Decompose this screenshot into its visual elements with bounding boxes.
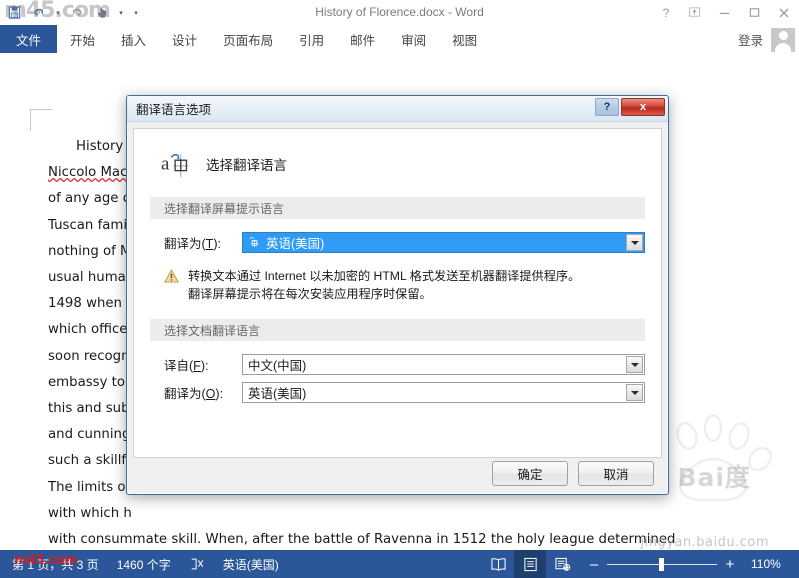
quick-access-toolbar: ▾ ▾ ▾ <box>0 0 140 25</box>
status-bar: 第 1 页，共 3 页 1460 个字 英语(美国) m45.com – + 1… <box>0 550 799 578</box>
dialog-help-button[interactable]: ? <box>595 98 619 116</box>
web-layout-view-button[interactable] <box>546 550 578 578</box>
chevron-down-icon[interactable] <box>626 384 643 401</box>
translate-from-combo[interactable]: 中文(中国) <box>242 354 645 375</box>
zoom-slider-thumb[interactable] <box>659 557 664 571</box>
tab-view[interactable]: 视图 <box>439 25 490 53</box>
read-mode-view-button[interactable] <box>482 550 514 578</box>
page-corner-mark <box>30 109 52 131</box>
avatar[interactable] <box>771 28 795 52</box>
tab-file[interactable]: 文件 <box>0 25 58 53</box>
touch-mode-dropdown-caret[interactable]: ▾ <box>117 9 125 17</box>
tab-references[interactable]: 引用 <box>286 25 337 53</box>
screentip-language-row: 翻译为(T): 英语(美国) <box>150 232 645 253</box>
help-button[interactable]: ? <box>653 0 679 25</box>
word-count[interactable]: 1460 个字 <box>117 556 171 573</box>
dialog-title-bar[interactable]: 翻译语言选项 ? x <box>127 96 668 122</box>
tab-review[interactable]: 审阅 <box>388 25 439 53</box>
language-mini-icon <box>248 236 261 249</box>
zoom-slider[interactable] <box>607 557 717 571</box>
translate-to-row: 翻译为(O): 英语(美国) <box>150 382 645 403</box>
chevron-down-icon[interactable] <box>626 234 643 251</box>
status-bar-right: – + 110% <box>482 550 789 578</box>
baidu-text-watermark: Bai度 <box>677 463 751 492</box>
privacy-notice: 转换文本通过 Internet 以未加密的 HTML 格式发送至机器翻译提供程序… <box>150 267 645 303</box>
privacy-notice-line-1: 转换文本通过 Internet 以未加密的 HTML 格式发送至机器翻译提供程序… <box>188 269 581 283</box>
translate-to-combo[interactable]: 英语(美国) <box>242 382 645 403</box>
screentip-translate-to-label: 翻译为(T): <box>164 237 221 251</box>
zoom-control: – + 110% <box>588 556 789 573</box>
close-button[interactable] <box>769 0 799 25</box>
customize-qat-caret[interactable]: ▾ <box>132 9 140 17</box>
zoom-in-button[interactable]: + <box>724 556 736 573</box>
zoom-out-button[interactable]: – <box>588 556 600 573</box>
ok-button[interactable]: 确定 <box>492 461 568 486</box>
proofing-errors-icon[interactable] <box>189 557 205 571</box>
touch-mode-icon[interactable] <box>93 4 110 21</box>
ribbon-display-options-icon[interactable] <box>679 0 709 25</box>
translate-from-value: 中文(中国) <box>248 359 307 373</box>
dialog-heading: 选择翻译语言 <box>206 158 287 173</box>
translate-language-icon: a <box>161 154 189 178</box>
translation-language-options-dialog: 翻译语言选项 ? x a 选择翻译语言 选择翻译屏幕提示语言 翻译为(T): 英… <box>126 95 669 495</box>
dialog-header-row: a 选择翻译语言 <box>134 129 661 191</box>
page-indicator[interactable]: 第 1 页，共 3 页 <box>12 556 99 573</box>
dialog-close-button[interactable]: x <box>621 98 665 116</box>
language-indicator[interactable]: 英语(美国) <box>223 556 279 573</box>
translate-from-label: 译自(F): <box>164 359 209 373</box>
warning-icon <box>164 269 179 283</box>
undo-dropdown-caret[interactable]: ▾ <box>54 9 62 17</box>
doc-line: with which h <box>48 505 132 521</box>
screentip-group-title: 选择翻译屏幕提示语言 <box>150 197 645 219</box>
svg-text:a: a <box>161 154 170 175</box>
chevron-down-icon[interactable] <box>626 356 643 373</box>
translate-to-value: 英语(美国) <box>248 387 307 401</box>
privacy-notice-text: 转换文本通过 Internet 以未加密的 HTML 格式发送至机器翻译提供程序… <box>188 267 580 303</box>
maximize-button[interactable] <box>739 0 769 25</box>
print-layout-view-button[interactable] <box>514 550 546 578</box>
save-icon[interactable] <box>6 4 23 21</box>
screentip-translate-to-combo[interactable]: 英语(美国) <box>242 232 645 253</box>
minimize-button[interactable] <box>709 0 739 25</box>
dialog-footer: 确定 取消 <box>492 461 654 486</box>
word-application-window: ▾ ▾ ▾ History of Florence.docx - Word ? <box>0 0 799 578</box>
privacy-notice-line-2: 翻译屏幕提示将在每次安装应用程序时保留。 <box>188 287 432 301</box>
tab-mailings[interactable]: 邮件 <box>337 25 388 53</box>
zoom-level-label[interactable]: 110% <box>751 557 789 571</box>
dialog-title: 翻译语言选项 <box>136 103 212 117</box>
tab-page-layout[interactable]: 页面布局 <box>210 25 286 53</box>
tab-insert[interactable]: 插入 <box>108 25 159 53</box>
dialog-body: a 选择翻译语言 选择翻译屏幕提示语言 翻译为(T): 英语(美国) 转换文本通… <box>133 128 662 458</box>
doc-line: with consummate skill. When, after the b… <box>48 532 676 548</box>
tab-design[interactable]: 设计 <box>159 25 210 53</box>
translate-to-label: 翻译为(O): <box>164 387 224 401</box>
window-buttons: ? <box>653 0 799 25</box>
dialog-window-buttons: ? x <box>595 98 665 116</box>
undo-icon[interactable] <box>30 4 47 21</box>
cancel-button[interactable]: 取消 <box>578 461 654 486</box>
redo-icon[interactable] <box>69 4 86 21</box>
sign-in-link[interactable]: 登录 <box>738 25 763 53</box>
document-translation-group-title: 选择文档翻译语言 <box>150 319 645 341</box>
tab-home[interactable]: 开始 <box>57 25 108 53</box>
translate-from-row: 译自(F): 中文(中国) <box>150 354 645 375</box>
screentip-translate-to-value: 英语(美国) <box>266 237 325 251</box>
title-bar: ▾ ▾ ▾ History of Florence.docx - Word ? <box>0 0 799 25</box>
ribbon-tab-bar: 文件 开始 插入 设计 页面布局 引用 邮件 审阅 视图 登录 <box>0 25 799 53</box>
